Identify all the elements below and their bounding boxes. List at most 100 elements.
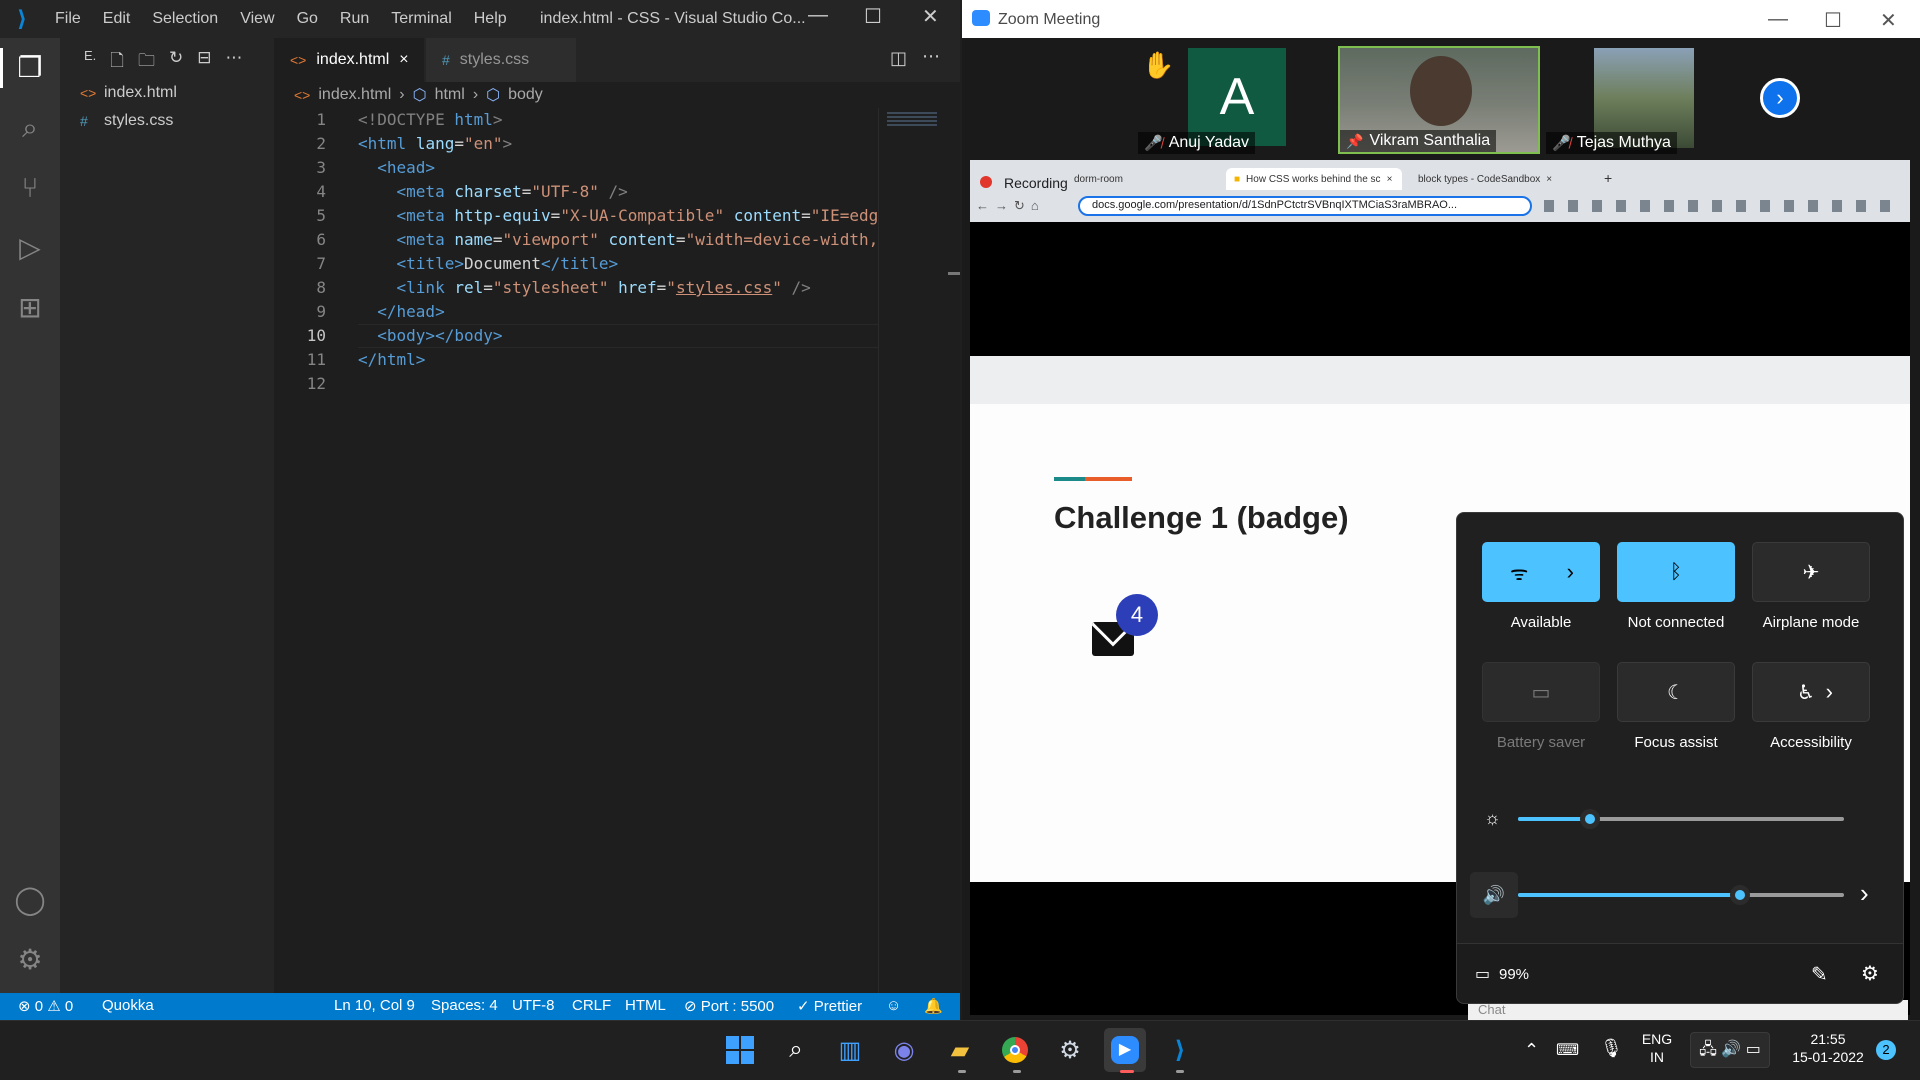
live-server-port[interactable]: ⊘ Port : 5500	[684, 997, 774, 1015]
menu-run[interactable]: Run	[329, 10, 380, 28]
minimap[interactable]	[878, 108, 948, 993]
feedback-icon[interactable]: ☺	[886, 997, 901, 1014]
slider-thumb[interactable]	[1730, 885, 1750, 905]
menu-file[interactable]: File	[44, 10, 92, 28]
explorer-icon[interactable]: ❐	[14, 52, 46, 84]
tab-index-html[interactable]: <> index.html ×	[274, 38, 424, 82]
maximize-icon[interactable]: ☐	[864, 4, 882, 29]
edit-pencil-icon[interactable]: ✎	[1811, 962, 1828, 987]
show-hidden-icons-chevron-icon[interactable]: ⌃	[1524, 1040, 1539, 1061]
tab-close-icon[interactable]: ×	[1387, 174, 1393, 185]
browser-tab[interactable]: dorm-room	[1066, 168, 1131, 190]
settings-app-icon[interactable]: ⚙	[1052, 1032, 1088, 1068]
language-mode[interactable]: HTML	[625, 997, 666, 1014]
notification-count-badge[interactable]: 2	[1876, 1040, 1896, 1060]
breadcrumb-body[interactable]: body	[508, 86, 543, 104]
accessibility-toggle[interactable]: ♿ ›	[1752, 662, 1870, 722]
more-actions-icon[interactable]: ⋯	[225, 48, 242, 72]
editor-more-icon[interactable]: ⋯	[922, 46, 940, 67]
menu-edit[interactable]: Edit	[92, 10, 142, 28]
file-explorer-icon[interactable]: ▰	[942, 1032, 978, 1068]
task-view-icon[interactable]: ▥	[832, 1032, 868, 1068]
zoom-maximize-icon[interactable]: ☐	[1824, 8, 1842, 33]
file-item-index-html[interactable]: <> index.html	[80, 84, 177, 102]
breadcrumb-html[interactable]: html	[435, 86, 465, 104]
vscode-app-icon[interactable]: ⟩	[1162, 1032, 1198, 1068]
run-debug-icon[interactable]: ▷	[14, 232, 46, 264]
browser-tab-active[interactable]: ■ How CSS works behind the sc ×	[1226, 168, 1402, 190]
bluetooth-toggle[interactable]: ᛒ	[1617, 542, 1735, 602]
indentation-status[interactable]: Spaces: 4	[431, 997, 498, 1014]
new-folder-icon[interactable]: 🗀	[138, 48, 155, 72]
input-language[interactable]: ENG IN	[1640, 1030, 1674, 1066]
start-windows-icon[interactable]	[722, 1032, 758, 1068]
speaker-icon[interactable]: 🔊	[1470, 872, 1518, 918]
search-icon[interactable]: ⌕	[778, 1032, 814, 1068]
next-page-arrow-icon[interactable]: ›	[1760, 78, 1800, 118]
code-link[interactable]: styles.css	[676, 278, 772, 297]
account-icon[interactable]: ◯	[14, 884, 46, 916]
chrome-icon[interactable]	[997, 1032, 1033, 1068]
participant-tile-anuj[interactable]: ✋ A 🎤̸ Anuj Yadav	[1138, 46, 1286, 154]
clock[interactable]: 21:55 15-01-2022	[1788, 1030, 1868, 1066]
menu-help[interactable]: Help	[463, 10, 518, 28]
system-tray-network-volume-battery[interactable]: 🖧 🔊 ▭	[1690, 1032, 1770, 1068]
eol-status[interactable]: CRLF	[572, 997, 611, 1014]
microphone-icon[interactable]: 🎙	[1600, 1038, 1623, 1059]
refresh-icon[interactable]: ↻	[169, 48, 183, 72]
menu-view[interactable]: View	[229, 10, 285, 28]
menu-go[interactable]: Go	[286, 10, 329, 28]
zoom-app-icon[interactable]: ▶	[1104, 1028, 1146, 1072]
participant-tile-vikram[interactable]: 📌 Vikram Santhalia	[1338, 46, 1540, 154]
encoding-status[interactable]: UTF-8	[512, 997, 555, 1014]
quokka-status[interactable]: Quokka	[102, 997, 154, 1014]
participant-tile-tejas[interactable]: 🎤̸ Tejas Muthya	[1546, 46, 1694, 154]
wifi-toggle[interactable]: ᯤ ›	[1482, 542, 1600, 602]
moon-icon: ☾	[1667, 681, 1685, 704]
breadcrumb-file[interactable]: index.html	[318, 86, 391, 104]
new-file-icon[interactable]: 🗋	[110, 48, 124, 72]
mic-muted-icon: 🎤̸	[1144, 135, 1163, 152]
tab-close-icon[interactable]: ×	[1546, 174, 1552, 185]
collapse-all-icon[interactable]: ⊟	[197, 48, 211, 72]
html-file-icon: <>	[80, 85, 97, 101]
airplane-toggle[interactable]: ✈	[1752, 542, 1870, 602]
menu-terminal[interactable]: Terminal	[380, 10, 462, 28]
minimize-icon[interactable]: —	[808, 4, 828, 27]
chevron-right-icon[interactable]: ›	[1826, 679, 1833, 705]
tab-styles-css[interactable]: # styles.css	[426, 38, 576, 82]
search-icon[interactable]: ⌕	[14, 112, 46, 144]
source-control-icon[interactable]: ⑂	[14, 172, 46, 204]
prettier-status[interactable]: ✓ Prettier	[797, 997, 862, 1015]
split-editor-icon[interactable]: ◫	[890, 48, 907, 69]
address-bar[interactable]: docs.google.com/presentation/d/1SdnPCtct…	[1078, 196, 1532, 216]
extensions-icon[interactable]: ⊞	[14, 292, 46, 324]
battery-percentage[interactable]: 99%	[1499, 966, 1529, 983]
chevron-right-icon[interactable]: ›	[1567, 559, 1574, 585]
editor-scrollbar[interactable]	[944, 108, 960, 993]
cursor-position[interactable]: Ln 10, Col 9	[334, 997, 415, 1014]
code-editor[interactable]: <!DOCTYPE html> <html lang="en"> <head> …	[358, 108, 878, 396]
teams-chat-icon[interactable]: ◉	[886, 1032, 922, 1068]
volume-slider[interactable]	[1518, 882, 1844, 908]
zoom-minimize-icon[interactable]: —	[1768, 8, 1788, 31]
keyboard-icon[interactable]: ⌨	[1556, 1040, 1579, 1060]
brightness-slider[interactable]	[1518, 806, 1844, 832]
file-item-styles-css[interactable]: # styles.css	[80, 112, 173, 130]
settings-gear-icon[interactable]: ⚙	[1861, 961, 1879, 986]
browser-extension-icons[interactable]	[1544, 200, 1900, 212]
slider-thumb[interactable]	[1580, 809, 1600, 829]
browser-tab[interactable]: block types - CodeSandbox ×	[1410, 168, 1588, 190]
code-line: <!DOCTYPE html>	[358, 110, 503, 129]
audio-output-chevron-icon[interactable]: ›	[1860, 878, 1869, 909]
browser-nav-icons[interactable]: ←→↻⌂	[976, 198, 1045, 214]
focus-assist-toggle[interactable]: ☾	[1617, 662, 1735, 722]
menu-selection[interactable]: Selection	[141, 10, 229, 28]
new-tab-icon[interactable]: +	[1604, 170, 1612, 186]
problems-indicator[interactable]: ⊗ 0 ⚠ 0	[18, 997, 73, 1015]
gear-icon[interactable]: ⚙	[14, 944, 46, 976]
notifications-icon[interactable]: 🔔	[924, 997, 943, 1015]
zoom-close-icon[interactable]: ✕	[1880, 8, 1897, 33]
close-icon[interactable]: ✕	[922, 4, 939, 29]
tab-close-icon[interactable]: ×	[399, 51, 408, 69]
